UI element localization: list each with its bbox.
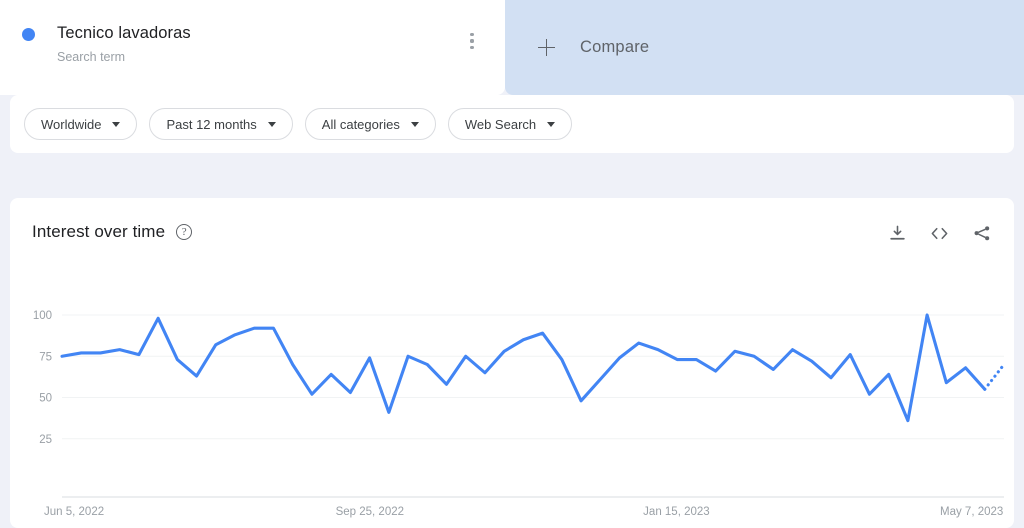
interest-over-time-card: Interest over time ? 25 50 75 100 Jun 5,… bbox=[10, 198, 1014, 528]
add-comparison-button[interactable]: Compare bbox=[505, 0, 1024, 95]
term-row: Tecnico lavadoras Search term Compare bbox=[0, 0, 1024, 95]
filter-category[interactable]: All categories bbox=[304, 108, 436, 140]
filter-search-type[interactable]: Web Search bbox=[447, 108, 573, 140]
filter-time-range-label: Past 12 months bbox=[166, 116, 257, 132]
x-axis-tick-label: Jan 15, 2023 bbox=[643, 506, 710, 518]
chevron-down-icon bbox=[410, 121, 419, 127]
chevron-down-icon bbox=[267, 121, 276, 127]
filter-category-label: All categories bbox=[321, 116, 400, 132]
section-spacer bbox=[0, 163, 1024, 198]
x-axis-tick-label: Jun 5, 2022 bbox=[44, 506, 104, 518]
filter-location[interactable]: Worldwide bbox=[24, 108, 138, 140]
kebab-menu-icon[interactable] bbox=[463, 32, 481, 50]
x-axis-tick-label: Sep 25, 2022 bbox=[336, 506, 404, 518]
filter-search-type-label: Web Search bbox=[464, 116, 537, 132]
chevron-down-icon bbox=[112, 121, 121, 127]
search-term-card[interactable]: Tecnico lavadoras Search term bbox=[0, 0, 505, 95]
search-term-subtitle: Search term bbox=[57, 50, 126, 64]
series-line bbox=[60, 313, 987, 423]
plus-icon bbox=[538, 39, 555, 56]
filter-bar-wrapper: Worldwide Past 12 months All categories … bbox=[0, 95, 1024, 163]
filter-location-label: Worldwide bbox=[41, 116, 102, 132]
chevron-down-icon bbox=[547, 121, 556, 127]
search-term-text: Tecnico lavadoras Search term bbox=[57, 22, 191, 67]
y-axis-tick-label: 100 bbox=[33, 310, 52, 322]
series-color-dot bbox=[22, 28, 35, 41]
filter-time-range[interactable]: Past 12 months bbox=[149, 108, 293, 140]
x-axis-tick-label: May 7, 2023 bbox=[940, 506, 1003, 518]
interest-over-time-chart[interactable]: 25 50 75 100 Jun 5, 2022 Sep 25, 2022 Jan 15, … bbox=[10, 198, 1014, 528]
filter-bar: Worldwide Past 12 months All categories … bbox=[10, 95, 1014, 153]
y-axis-tick-label: 75 bbox=[39, 351, 52, 363]
compare-label: Compare bbox=[580, 38, 650, 56]
y-axis-tick-label: 50 bbox=[39, 393, 52, 405]
y-axis-tick-label: 25 bbox=[39, 434, 52, 446]
chart-card-wrapper: Interest over time ? 25 50 75 100 Jun 5,… bbox=[0, 198, 1024, 528]
search-term-title: Tecnico lavadoras bbox=[57, 24, 191, 42]
chart-plot-area: 25 50 75 100 Jun 5, 2022 Sep 25, 2022 Jan 15, … bbox=[10, 198, 1014, 528]
series-line-partial bbox=[983, 362, 1006, 391]
